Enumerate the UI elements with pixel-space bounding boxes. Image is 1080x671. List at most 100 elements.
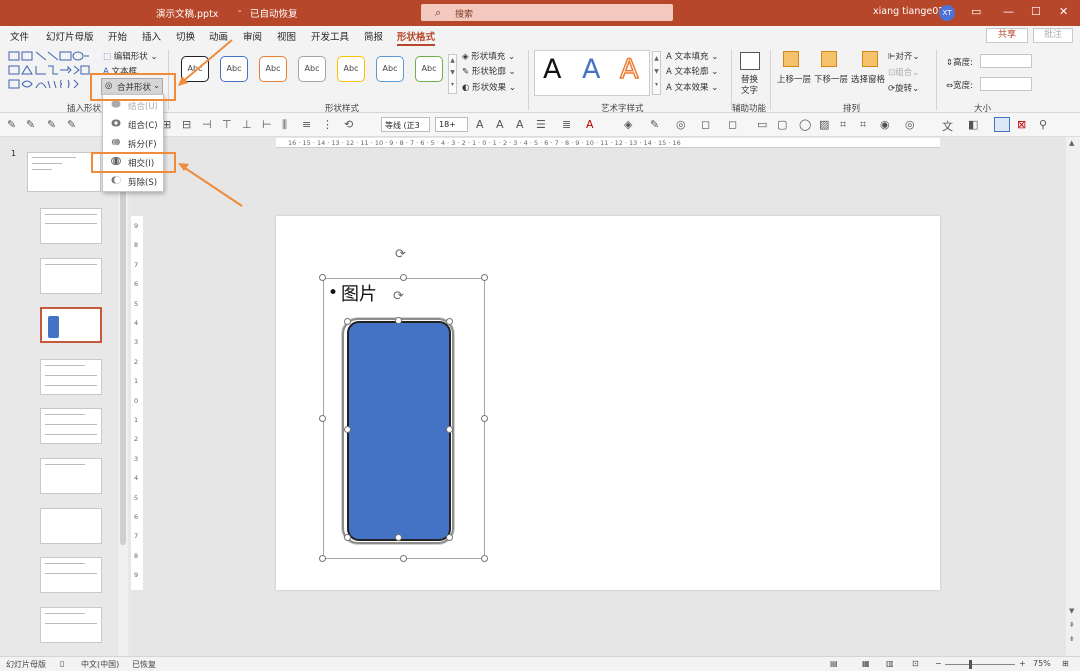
align-button[interactable]: ⊫对齐⌄: [888, 50, 920, 62]
thumbnail-scrollbar[interactable]: [118, 137, 128, 656]
zoom-out-icon[interactable]: −: [935, 659, 942, 668]
shape-style-5[interactable]: Abc: [337, 56, 365, 82]
text-direction-button[interactable]: 文: [942, 118, 953, 134]
wordart-style-3[interactable]: A: [619, 53, 639, 86]
next-slide-icon[interactable]: ⇟: [1069, 635, 1075, 643]
width-input[interactable]: [980, 77, 1032, 91]
thumbnail-layout[interactable]: [40, 607, 102, 643]
user-name[interactable]: xiang tiange02: [873, 6, 944, 17]
crop-icon[interactable]: ⌗: [860, 118, 866, 132]
outline-color-icon[interactable]: ✎: [650, 118, 659, 131]
thumbnail-layout[interactable]: [40, 408, 102, 444]
reading-view-icon[interactable]: ▥: [886, 659, 894, 668]
resize-handle[interactable]: [319, 415, 326, 422]
shape-styles-scroll[interactable]: ▲ ▼ ▾: [448, 54, 457, 94]
send-backward-icon[interactable]: [821, 51, 837, 67]
tab-review[interactable]: 审阅: [243, 29, 262, 43]
rectangle-icon[interactable]: ▭: [757, 118, 767, 131]
resize-handle[interactable]: [319, 555, 326, 562]
crop-icon[interactable]: ⌗: [840, 118, 846, 132]
selection-pane-icon[interactable]: [862, 51, 878, 67]
clear-format-icon[interactable]: A: [516, 118, 524, 131]
editor-scrollbar[interactable]: ▲ ▼ ⇞ ⇟: [1066, 137, 1080, 656]
zoom-slider-thumb[interactable]: [969, 660, 972, 669]
rotate-button[interactable]: ⟳旋转⌄: [888, 82, 919, 94]
tab-brief[interactable]: 简报: [364, 29, 383, 43]
scroll-down-icon[interactable]: ▼: [1069, 607, 1074, 615]
sorter-view-icon[interactable]: ▦: [862, 659, 870, 668]
resize-handle[interactable]: [395, 534, 402, 541]
resize-handle[interactable]: [319, 274, 326, 281]
thumbnail-layout[interactable]: [40, 508, 102, 544]
text-outline-button[interactable]: A 文本轮廓 ⌄: [666, 65, 718, 77]
shape-style-7[interactable]: Abc: [415, 56, 443, 82]
notes-icon[interactable]: ▯: [60, 659, 64, 668]
status-language[interactable]: 中文(中国): [81, 659, 119, 670]
picture-style-icon[interactable]: ◉: [880, 118, 890, 131]
resize-handle[interactable]: [400, 274, 407, 281]
selection-pane-button[interactable]: 选择窗格: [851, 73, 885, 85]
font-size-select[interactable]: 18+: [435, 117, 468, 132]
shape-gallery[interactable]: [8, 51, 90, 95]
tab-transitions[interactable]: 切换: [176, 29, 195, 43]
delete-icon[interactable]: ⊠: [1017, 118, 1026, 131]
shape-style-4[interactable]: Abc: [298, 56, 326, 82]
paragraph-icon[interactable]: ≣: [562, 118, 571, 131]
tab-slide-master[interactable]: 幻灯片母版: [46, 29, 94, 43]
rounded-rect-icon[interactable]: ▢: [777, 118, 787, 131]
line-spacing-icon[interactable]: ☰: [536, 118, 546, 131]
shape-style-1[interactable]: Abc: [181, 56, 209, 82]
tab-view[interactable]: 视图: [277, 29, 296, 43]
scroll-up-icon[interactable]: ▲: [1069, 139, 1074, 147]
pen-tool-icon[interactable]: ✎: [47, 118, 56, 131]
send-backward-button[interactable]: 下移一层: [814, 73, 848, 85]
rotate-handle-icon[interactable]: ⟳: [395, 247, 406, 262]
thumbnail-layout[interactable]: [40, 258, 102, 294]
rotate-tool-icon[interactable]: ⟲: [344, 118, 353, 131]
shape-style-6[interactable]: Abc: [376, 56, 404, 82]
text-effects-button[interactable]: A 文本效果 ⌄: [666, 81, 718, 93]
shape-style-2[interactable]: Abc: [220, 56, 248, 82]
resize-handle[interactable]: [481, 415, 488, 422]
thumbnail-layout-selected[interactable]: [40, 307, 102, 343]
bring-forward-button[interactable]: 上移一层: [777, 73, 811, 85]
resize-handle[interactable]: [400, 555, 407, 562]
resize-handle[interactable]: [344, 534, 351, 541]
resize-handle[interactable]: [481, 274, 488, 281]
shape-tool-icon[interactable]: ◻: [701, 118, 710, 131]
wordart-style-2[interactable]: A: [582, 54, 600, 85]
tab-insert[interactable]: 插入: [142, 29, 161, 43]
alt-text-label-2[interactable]: 文字: [741, 84, 758, 96]
thumbnail-layout[interactable]: [40, 458, 102, 494]
share-button[interactable]: 共享: [986, 28, 1028, 43]
maximize-icon[interactable]: ☐: [1031, 5, 1041, 18]
minimize-icon[interactable]: —: [1003, 5, 1014, 18]
thumbnail-master[interactable]: [27, 152, 101, 192]
close-icon[interactable]: ✕: [1059, 5, 1068, 18]
shape-style-3[interactable]: Abc: [259, 56, 287, 82]
thumbnail-layout[interactable]: [40, 359, 102, 395]
distribute-icon[interactable]: ⫼: [282, 118, 287, 132]
align-tool-icon[interactable]: ⊣: [202, 118, 212, 131]
shape-tool-icon[interactable]: ◻: [728, 118, 737, 131]
picture-icon[interactable]: ▨: [819, 118, 829, 131]
phone-blue-shape[interactable]: [347, 321, 451, 541]
avatar[interactable]: XT: [939, 5, 955, 21]
distribute-icon[interactable]: ⋮: [322, 118, 333, 131]
picture-effects-icon[interactable]: ◎: [905, 118, 915, 131]
pen-tool-icon[interactable]: ✎: [67, 118, 76, 131]
tab-developer[interactable]: 开发工具: [311, 29, 349, 43]
ribbon-display-icon[interactable]: ▭: [971, 5, 981, 18]
resize-handle[interactable]: [395, 317, 402, 324]
distribute-icon[interactable]: ≡: [302, 118, 311, 131]
pen-tool-icon[interactable]: ✎: [7, 118, 16, 131]
format-painter-icon[interactable]: ⚲: [1039, 118, 1047, 131]
prev-slide-icon[interactable]: ⇞: [1069, 621, 1075, 629]
normal-view-icon[interactable]: ▤: [830, 659, 838, 668]
zoom-in-icon[interactable]: +: [1019, 659, 1026, 668]
resize-handle[interactable]: [344, 318, 351, 325]
font-name-select[interactable]: 等线 (正3: [381, 117, 430, 132]
font-color-icon[interactable]: A: [586, 118, 594, 131]
menu-item-subtract[interactable]: 剪除(S): [103, 172, 163, 190]
alt-text-icon[interactable]: [740, 52, 760, 70]
